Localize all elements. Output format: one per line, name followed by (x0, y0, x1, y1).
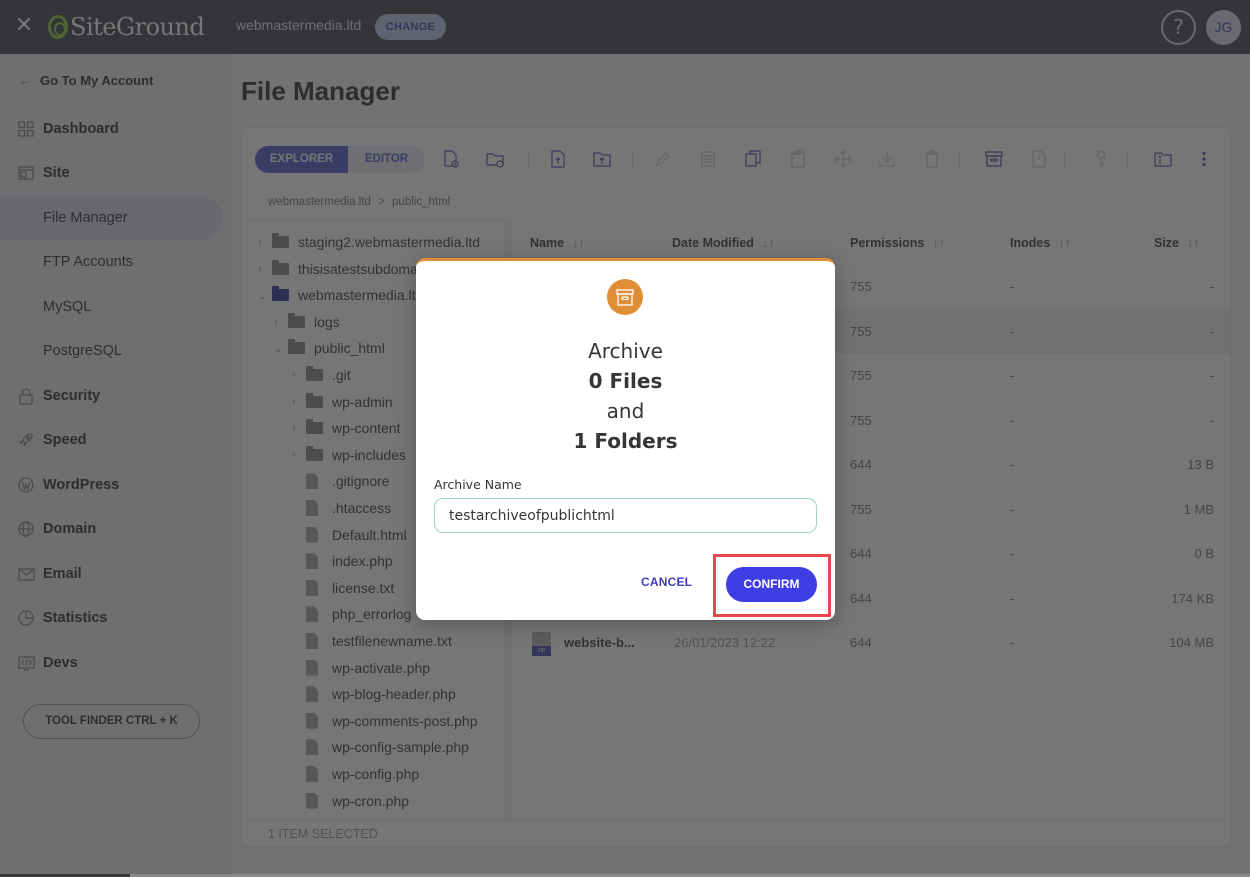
dialog-conjunction: and (606, 399, 645, 423)
archive-name-label: Archive Name (434, 477, 522, 492)
files-count: 0 Files (588, 369, 663, 393)
archive-name-input[interactable] (434, 498, 817, 533)
archive-box-icon (607, 279, 643, 315)
folders-count: 1 Folders (573, 429, 678, 453)
dialog-title: Archive (588, 339, 663, 363)
cancel-button[interactable]: CANCEL (641, 575, 692, 589)
confirm-highlight-annotation (713, 554, 831, 617)
